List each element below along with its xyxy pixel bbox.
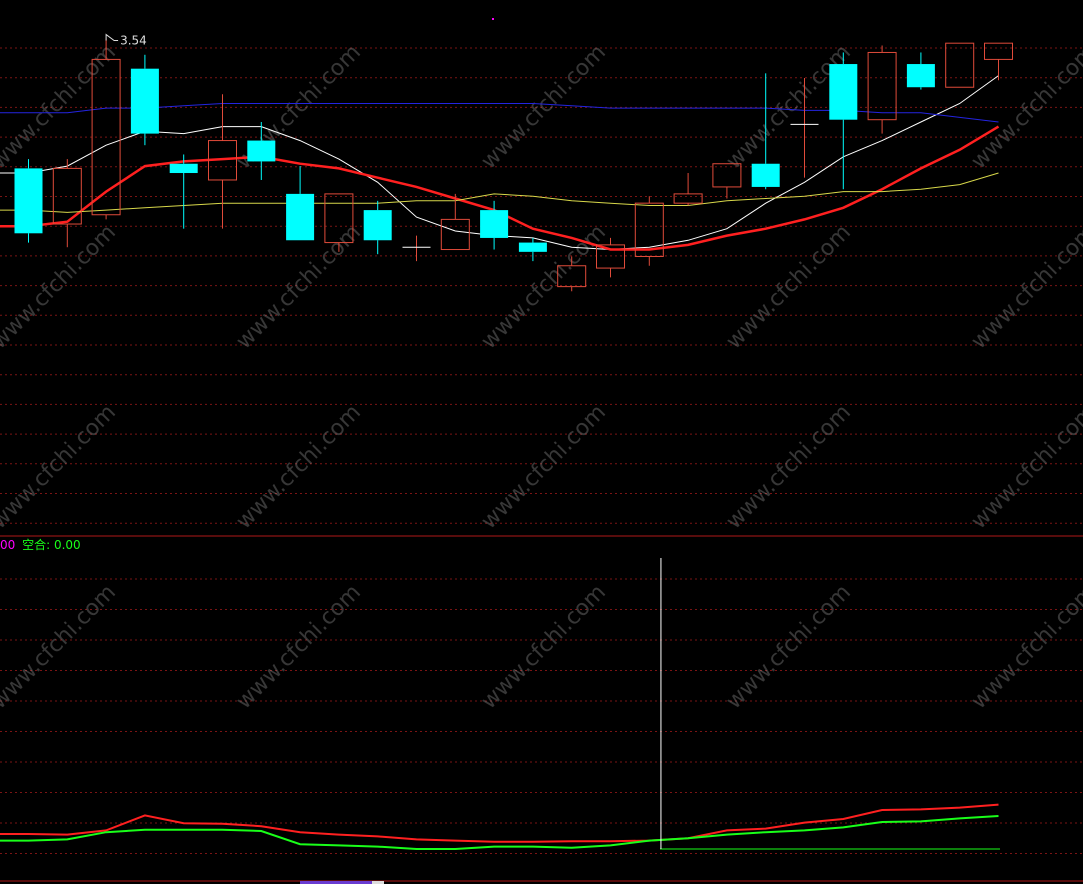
candle-body-up <box>867 51 897 121</box>
watermark-text: www.cfchi.com <box>0 40 121 174</box>
candle-body-down <box>130 68 159 134</box>
candle <box>52 159 82 248</box>
candle-body-down <box>829 64 858 120</box>
candle <box>169 154 198 229</box>
watermark-text: www.cfchi.com <box>0 400 121 534</box>
indicator-legend: 00 空合: 0.00 <box>0 538 81 552</box>
candle-body-down <box>480 210 509 238</box>
watermark-text: www.cfchi.com <box>722 580 856 714</box>
candle-body-down <box>247 140 276 162</box>
candle <box>208 94 237 229</box>
high-marker-label: 3.54 <box>120 34 147 48</box>
indicator-line-indicator_red <box>0 803 999 843</box>
legend-kongshe: 空合: 0.00 <box>22 538 81 552</box>
candle <box>867 45 897 134</box>
chart-canvas: www.cfchi.com www.cfchi.com www.cfchi.com w… <box>0 18 1083 884</box>
watermark-text: www.cfchi.com <box>232 580 366 714</box>
candle <box>634 196 664 266</box>
candle-body-down <box>14 168 43 234</box>
candle <box>945 42 975 88</box>
legend-fragment: 00 <box>0 538 16 552</box>
indicator-line-indicator_green <box>0 815 999 850</box>
candle <box>286 166 315 241</box>
candle-body-up <box>440 218 470 251</box>
candle <box>829 52 858 190</box>
watermarks: www.cfchi.com www.cfchi.com www.cfchi.com w… <box>0 40 1083 714</box>
candle-body-down <box>751 163 780 187</box>
candle-body-down <box>906 64 935 88</box>
watermark-text: www.cfchi.com <box>0 580 121 714</box>
candle <box>673 173 703 206</box>
watermark-text: www.cfchi.com <box>0 220 121 354</box>
candle <box>906 52 935 90</box>
candle <box>363 200 392 255</box>
candle <box>518 237 547 262</box>
watermark-text: www.cfchi.com <box>967 220 1083 354</box>
watermark-text: www.cfchi.com <box>722 220 856 354</box>
candle-body-down <box>363 210 392 241</box>
candle-body-down <box>286 193 315 241</box>
watermark-text: www.cfchi.com <box>722 400 856 534</box>
candle-body-up <box>984 42 1013 60</box>
candle <box>130 54 159 146</box>
high-price-marker: 3.54 <box>105 33 147 48</box>
candle-body-up <box>945 42 975 88</box>
candle <box>984 42 1013 81</box>
watermark-text: www.cfchi.com <box>967 400 1083 534</box>
watermark-text: www.cfchi.com <box>477 580 611 714</box>
candle <box>402 235 431 262</box>
candle-body-up <box>673 193 703 204</box>
watermark-text: www.cfchi.com <box>477 400 611 534</box>
watermark-text: www.cfchi.com <box>967 580 1083 714</box>
top-dot <box>492 18 494 20</box>
watermark-text: www.cfchi.com <box>232 400 366 534</box>
candle-body-down <box>518 242 547 252</box>
candle <box>14 159 43 243</box>
candle-body-down <box>169 163 198 174</box>
high-marker-pointer <box>105 33 119 42</box>
